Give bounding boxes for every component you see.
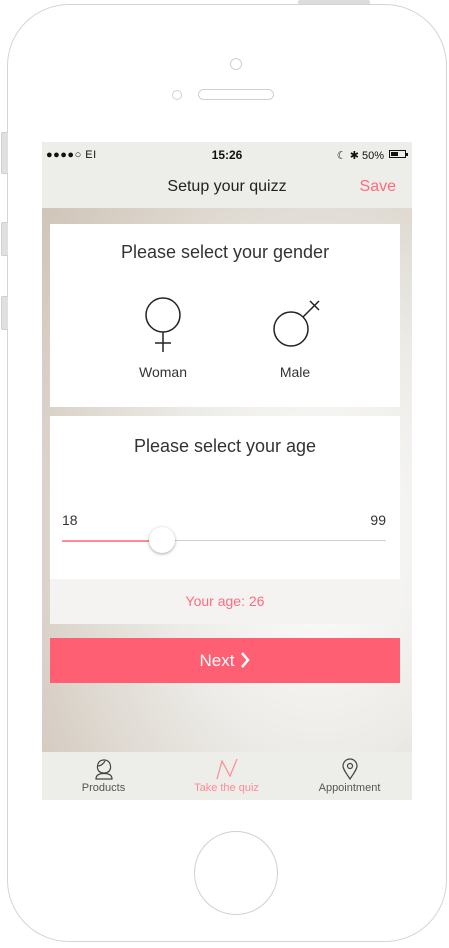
front-camera bbox=[230, 58, 242, 70]
male-symbol-icon bbox=[273, 300, 320, 347]
gender-label-male: Male bbox=[279, 364, 311, 380]
earpiece-speaker bbox=[198, 89, 274, 100]
tab-label-take-the-quiz: Take the quiz bbox=[194, 782, 259, 794]
tab-appointment[interactable]: Appointment bbox=[288, 752, 411, 800]
chevron-right-icon bbox=[241, 652, 251, 668]
navigation-bar: Setup your quizz Save bbox=[42, 168, 412, 208]
gender-label-woman: Woman bbox=[139, 364, 187, 380]
proximity-sensor bbox=[172, 90, 182, 100]
gender-option-male[interactable]: Male bbox=[245, 296, 345, 380]
age-min-label: 18 bbox=[62, 512, 78, 528]
tab-take-the-quiz[interactable]: Take the quiz bbox=[165, 752, 288, 800]
zigzag-icon bbox=[215, 758, 238, 780]
save-button[interactable]: Save bbox=[360, 178, 396, 196]
page-title: Setup your quizz bbox=[167, 178, 287, 195]
next-button[interactable]: Next bbox=[50, 638, 400, 683]
battery-icon bbox=[389, 150, 408, 158]
gender-card: Please select your gender Woman Male bbox=[50, 224, 400, 407]
age-title: Please select your age bbox=[133, 436, 317, 456]
app-screen: ●●●●○ EI 15:26 ☾ ✱ 50% Setup your quizz … bbox=[42, 142, 412, 800]
home-button[interactable] bbox=[194, 831, 278, 915]
age-readout: Your age: 26 bbox=[50, 579, 400, 624]
next-button-label: Next bbox=[199, 651, 235, 670]
status-right-indicators: ☾ ✱ 50% bbox=[336, 150, 384, 162]
tab-products[interactable]: Products bbox=[42, 752, 165, 800]
volume-down-button[interactable] bbox=[1, 296, 8, 330]
age-readout-text: Your age: 26 bbox=[185, 593, 265, 609]
gender-option-woman[interactable]: Woman bbox=[113, 296, 213, 380]
female-symbol-icon bbox=[145, 297, 181, 352]
person-icon bbox=[94, 759, 113, 780]
tab-label-products: Products bbox=[81, 782, 126, 794]
age-card: Please select your age 18 99 Your age: 2… bbox=[50, 416, 400, 624]
power-button[interactable] bbox=[298, 0, 370, 4]
age-slider-track[interactable] bbox=[62, 527, 386, 553]
tab-label-appointment: Appointment bbox=[318, 782, 381, 794]
mute-switch[interactable] bbox=[1, 132, 8, 174]
gender-title: Please select your gender bbox=[120, 242, 330, 262]
volume-up-button[interactable] bbox=[1, 222, 8, 256]
age-slider-fill bbox=[62, 539, 162, 542]
age-max-label: 99 bbox=[370, 512, 386, 528]
status-bar: ●●●●○ EI 15:26 ☾ ✱ 50% bbox=[42, 142, 412, 168]
age-slider-thumb[interactable] bbox=[149, 527, 175, 553]
tab-bar: Products Take the quiz Appointment bbox=[42, 752, 412, 800]
location-pin-icon bbox=[341, 758, 358, 781]
